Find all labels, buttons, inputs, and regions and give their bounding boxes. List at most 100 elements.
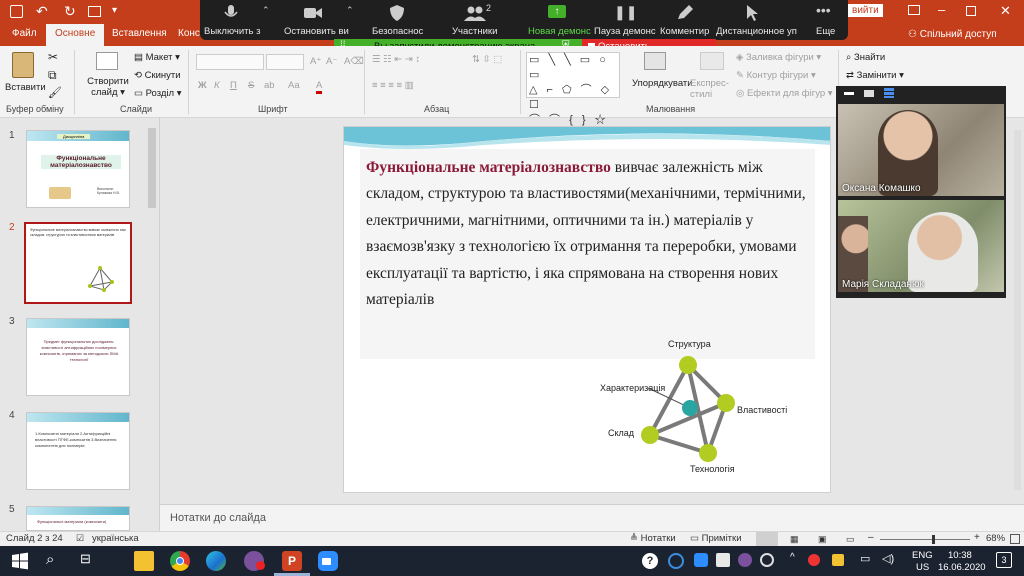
shape-fill-button[interactable]: ◈ Заливка фігури ▾ [736,52,821,63]
comments-button[interactable]: ▭ Примітки [690,533,742,544]
notes-toggle-button[interactable]: ≜ Нотатки [630,533,676,544]
font-color-button[interactable]: A [316,80,323,94]
new-slide-icon[interactable] [96,52,118,70]
pause-icon[interactable]: ❚❚ [614,5,637,21]
tab-insert[interactable]: Вставлення [112,28,167,39]
customize-qat-icon[interactable]: ▾ [112,5,117,16]
sign-in-link[interactable]: вийти [848,4,883,17]
arrange-button[interactable]: Упорядкувати [632,78,693,89]
remote-control-icon[interactable] [744,5,762,21]
zoom-in-button[interactable]: + [974,532,980,543]
more-icon[interactable]: ••• [816,3,834,21]
normal-view-icon[interactable] [756,532,778,546]
strikethrough-button[interactable]: S [248,80,254,91]
ribbon-display-icon[interactable] [908,5,920,15]
notes-pane[interactable]: Нотатки до слайда [160,504,1024,531]
slide-canvas[interactable]: Функціональне матеріалознавство вивчає з… [343,126,831,493]
shape-effects-button[interactable]: ◎ Ефекти для фігур ▾ [736,88,833,99]
undo-icon[interactable]: ↶ [36,3,48,20]
participants-button[interactable]: Участники [452,26,497,37]
pause-share-button[interactable]: Пауза демонс [594,26,656,37]
shape-outline-button[interactable]: ✎ Контур фігури ▾ [736,70,816,81]
slide-thumbnail-1[interactable]: Дисципліна Функціональне матеріалознавст… [26,130,130,208]
zoom-slider-thumb[interactable] [932,535,935,544]
file-explorer-icon[interactable] [134,551,154,571]
annotate-button[interactable]: Комментир [660,26,709,37]
more-button[interactable]: Еще [816,26,835,37]
slide-scrollbar[interactable] [1014,130,1021,490]
video-tile[interactable]: Марія Складанюк [838,200,1004,292]
thumbnails-scrollbar[interactable] [148,128,156,208]
find-button[interactable]: ⌕ Знайти [846,52,885,63]
font-name-select[interactable] [196,54,264,70]
slide-thumbnail-4[interactable]: 1.Композитні матеріали 2.Антифрикційні в… [26,412,130,490]
participants-icon[interactable] [464,5,486,21]
express-styles-icon[interactable] [700,52,724,70]
spellcheck-icon[interactable]: ☑ [76,533,84,544]
stop-video-button[interactable]: Остановить ви [284,26,349,37]
minimize-video-icon[interactable] [844,92,854,95]
notifications-button[interactable]: 3 [996,552,1012,568]
zoom-out-button[interactable]: – [868,532,874,543]
slideshow-icon[interactable]: ▭ [846,534,855,545]
tray-app-icon[interactable] [716,553,730,567]
minimize-icon[interactable]: – [938,2,945,17]
slide-body-text[interactable]: Функціональне матеріалознавство вивчає з… [366,155,816,313]
layout-button[interactable]: ▤ Макет ▾ [134,52,180,63]
viber-icon[interactable] [244,551,265,571]
shield-icon[interactable] [388,5,406,21]
decrease-font-icon[interactable]: A⁻ [326,56,337,67]
speaker-view-icon[interactable] [864,90,874,97]
text-direction-icon[interactable]: ⇅ ⇳ ⬚ [472,54,502,65]
tray-app-icon[interactable] [694,553,708,567]
express-styles-button[interactable]: Експрес-стилі [690,78,730,100]
underline-button[interactable]: П [230,80,237,91]
chrome-icon[interactable] [170,551,190,571]
zoom-video-panel[interactable]: Оксана Комашко Марія Складанюк [836,86,1006,298]
security-button[interactable]: Безопаснос [372,26,423,37]
zoom-slider[interactable] [880,535,970,544]
search-icon[interactable]: ⌕ [46,551,66,571]
paste-button[interactable]: Вставити [5,82,46,93]
share-button[interactable]: ⚇ Спільний доступ [908,29,997,40]
copy-icon[interactable]: ⧉ [48,68,57,83]
clear-format-icon[interactable]: A⌫ [344,56,364,67]
video-tile[interactable]: Оксана Комашко [838,104,1004,196]
slide-sorter-icon[interactable]: ▦ [790,534,799,545]
shapes-gallery[interactable]: ▭ ╲ ╲ ▭ ○ ▭△ ⌐ ⬠ ⌒ ◇ ☐⌒ ⌒ { } ☆ ▽ [526,52,620,141]
clock-time[interactable]: 10:38 [948,550,972,561]
pencil-icon[interactable] [676,5,694,21]
zoom-level[interactable]: 68% [986,533,1005,544]
slide-thumbnails-pane[interactable]: 1 Дисципліна Функціональне матеріалознав… [0,118,160,531]
task-view-icon[interactable]: ⊟ [80,551,100,571]
zoom-app-icon[interactable] [318,551,338,571]
tab-home[interactable]: Основне [46,24,105,46]
show-hidden-icons[interactable]: ^ [790,552,795,563]
save-icon[interactable] [10,5,23,18]
fit-slide-icon[interactable] [1010,534,1020,544]
reading-view-icon[interactable]: ▣ [818,534,827,545]
bold-button[interactable]: Ж [198,80,207,91]
remote-control-button[interactable]: Дистанционное уп [716,26,797,37]
reset-button[interactable]: ⟲ Скинути [134,70,181,81]
char-spacing-button[interactable]: ab [264,80,275,91]
new-slide-button[interactable]: Створити слайд ▾ [86,76,130,98]
cut-icon[interactable]: ✂ [48,50,58,64]
close-icon[interactable]: ✕ [1000,3,1011,19]
language-indicator[interactable]: українська [92,533,139,544]
clock-date[interactable]: 16.06.2020 [938,562,986,573]
network-icon[interactable]: ▭ [860,552,870,565]
edge-icon[interactable] [206,551,226,571]
format-painter-icon[interactable]: 🖌 [48,86,62,99]
mute-button[interactable]: Выключить з [204,26,260,37]
tray-app-icon[interactable] [738,553,752,567]
tray-app-icon[interactable] [668,553,684,569]
tray-app-icon[interactable] [832,554,844,566]
maximize-icon[interactable] [966,6,976,16]
slide-thumbnail-5[interactable]: Функціональні матеріали (композити) [26,506,130,531]
bullets-icon[interactable]: ☰ ☷ ⇤ ⇥ ↕ [372,54,420,65]
redo-icon[interactable]: ↻ [64,3,76,20]
section-button[interactable]: ▭ Розділ ▾ [134,88,182,99]
tab-file[interactable]: Файл [12,28,37,39]
slide-thumbnail-3[interactable]: Предмет функціональних досліджень: власт… [26,318,130,396]
